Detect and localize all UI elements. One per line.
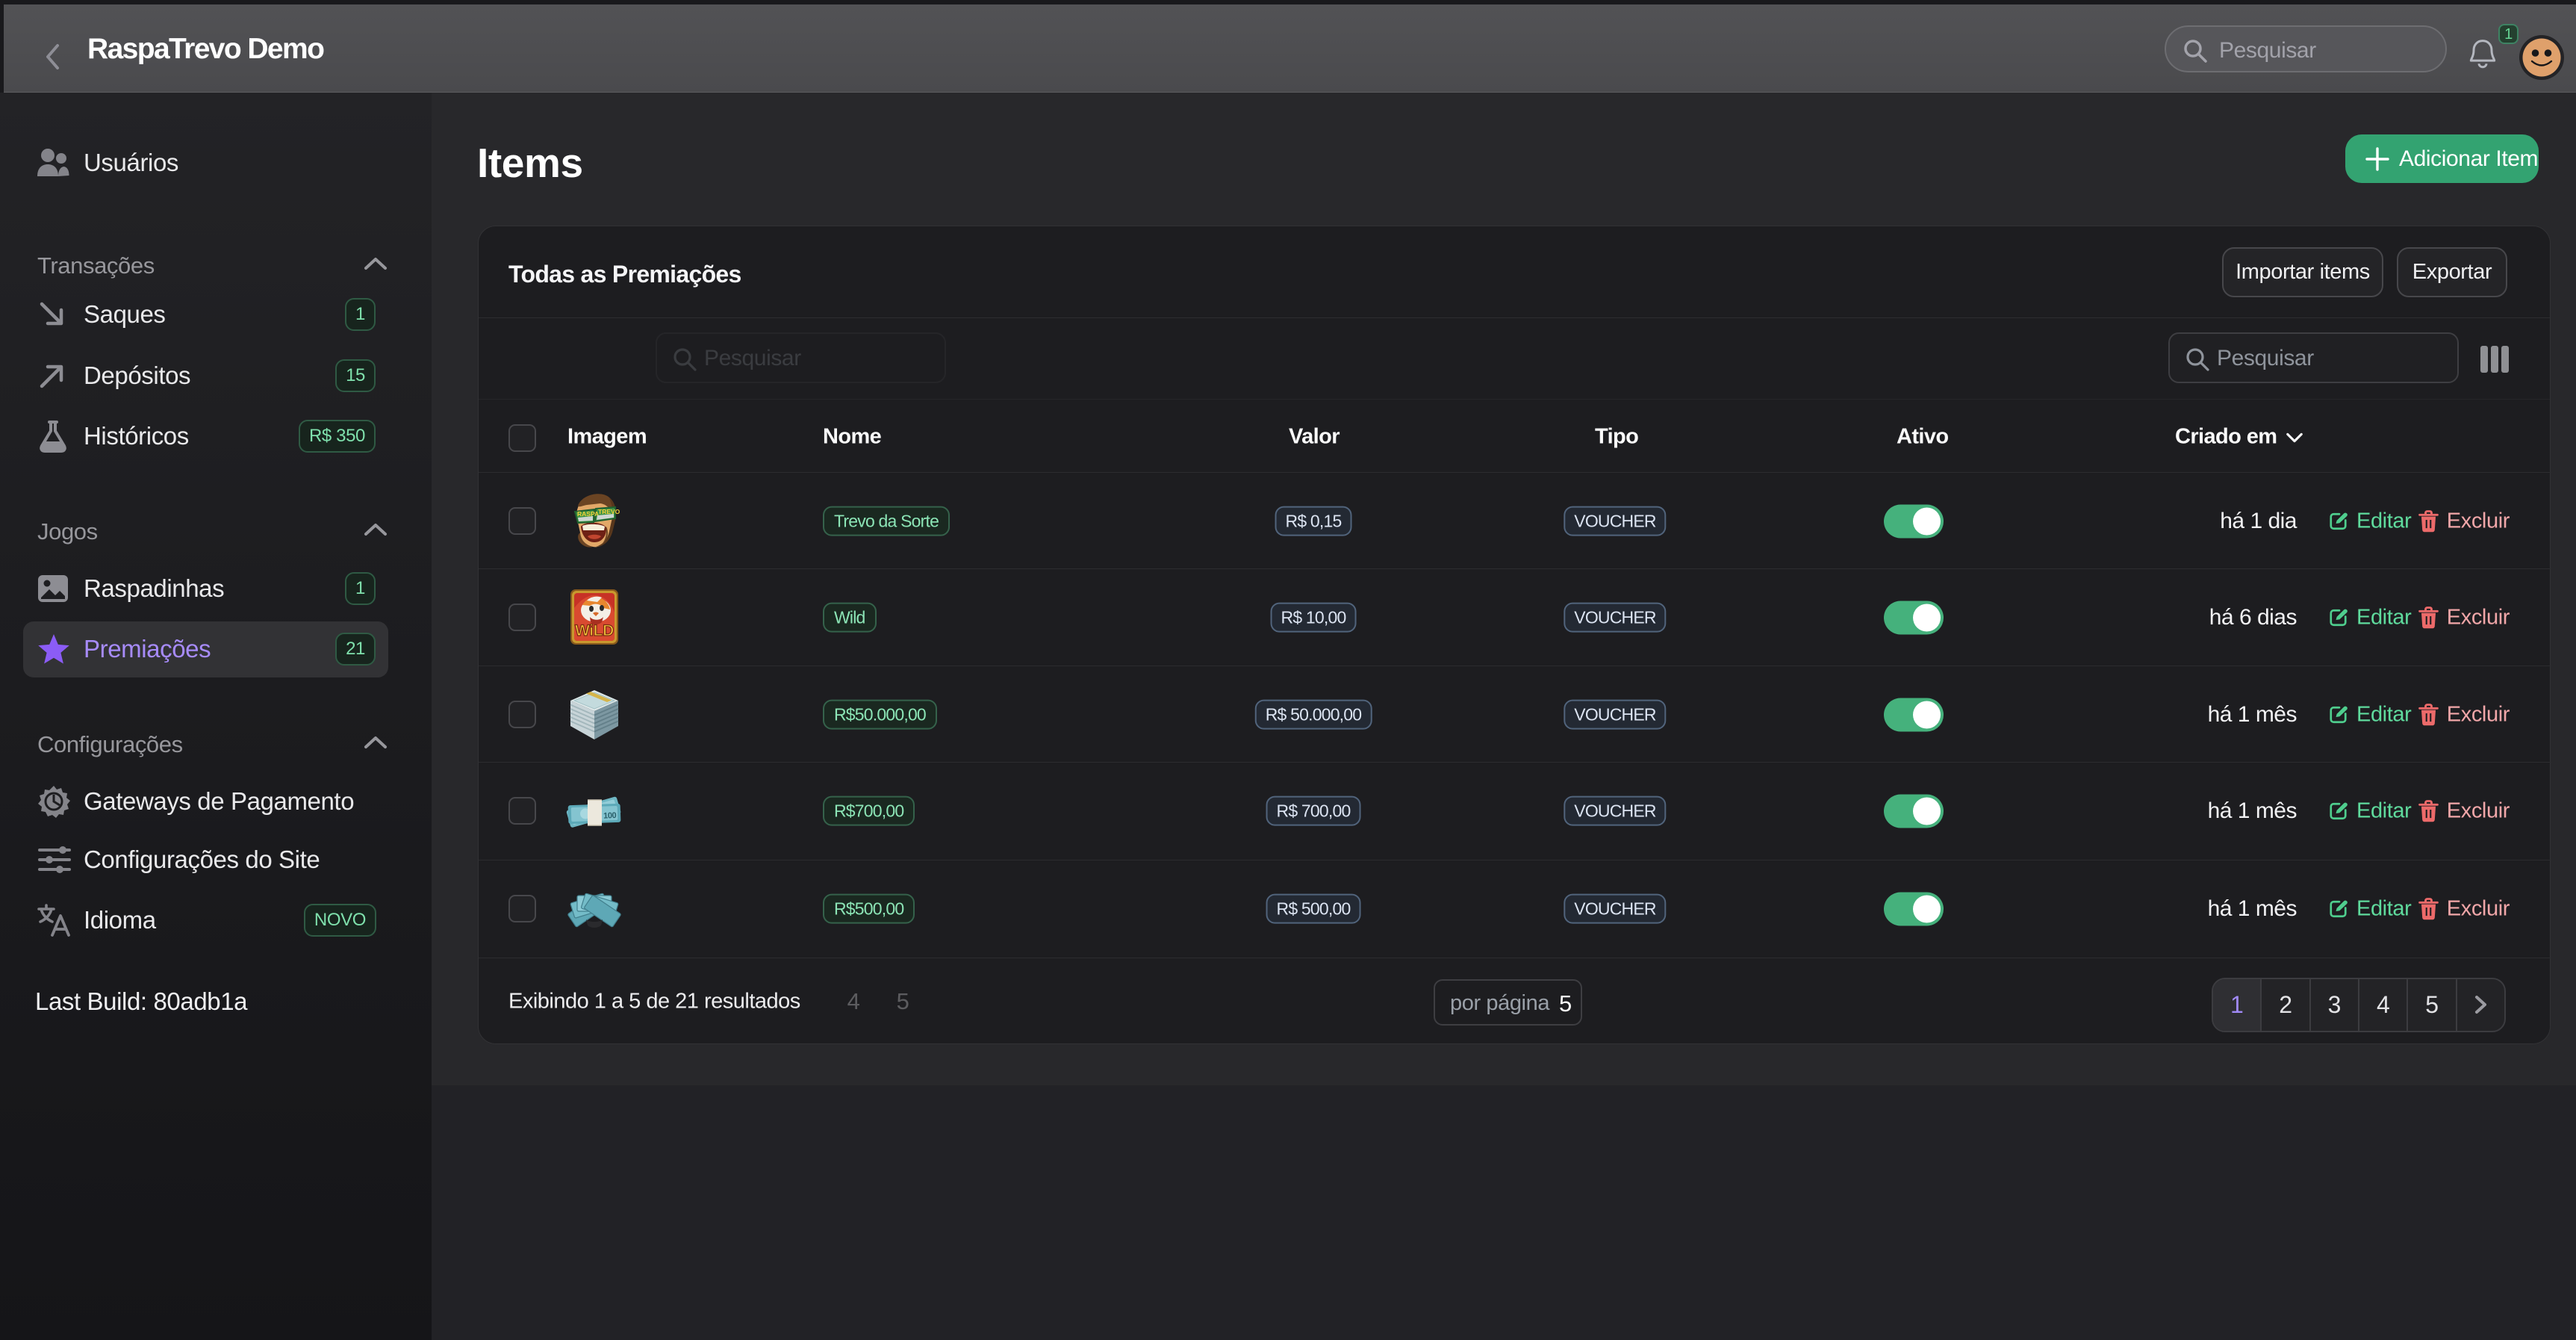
- svg-text:TREVO: TREVO: [598, 508, 620, 515]
- svg-text:RASPA: RASPA: [577, 510, 599, 518]
- svg-text:100: 100: [603, 810, 617, 820]
- svg-text:WiLD: WiLD: [575, 622, 614, 639]
